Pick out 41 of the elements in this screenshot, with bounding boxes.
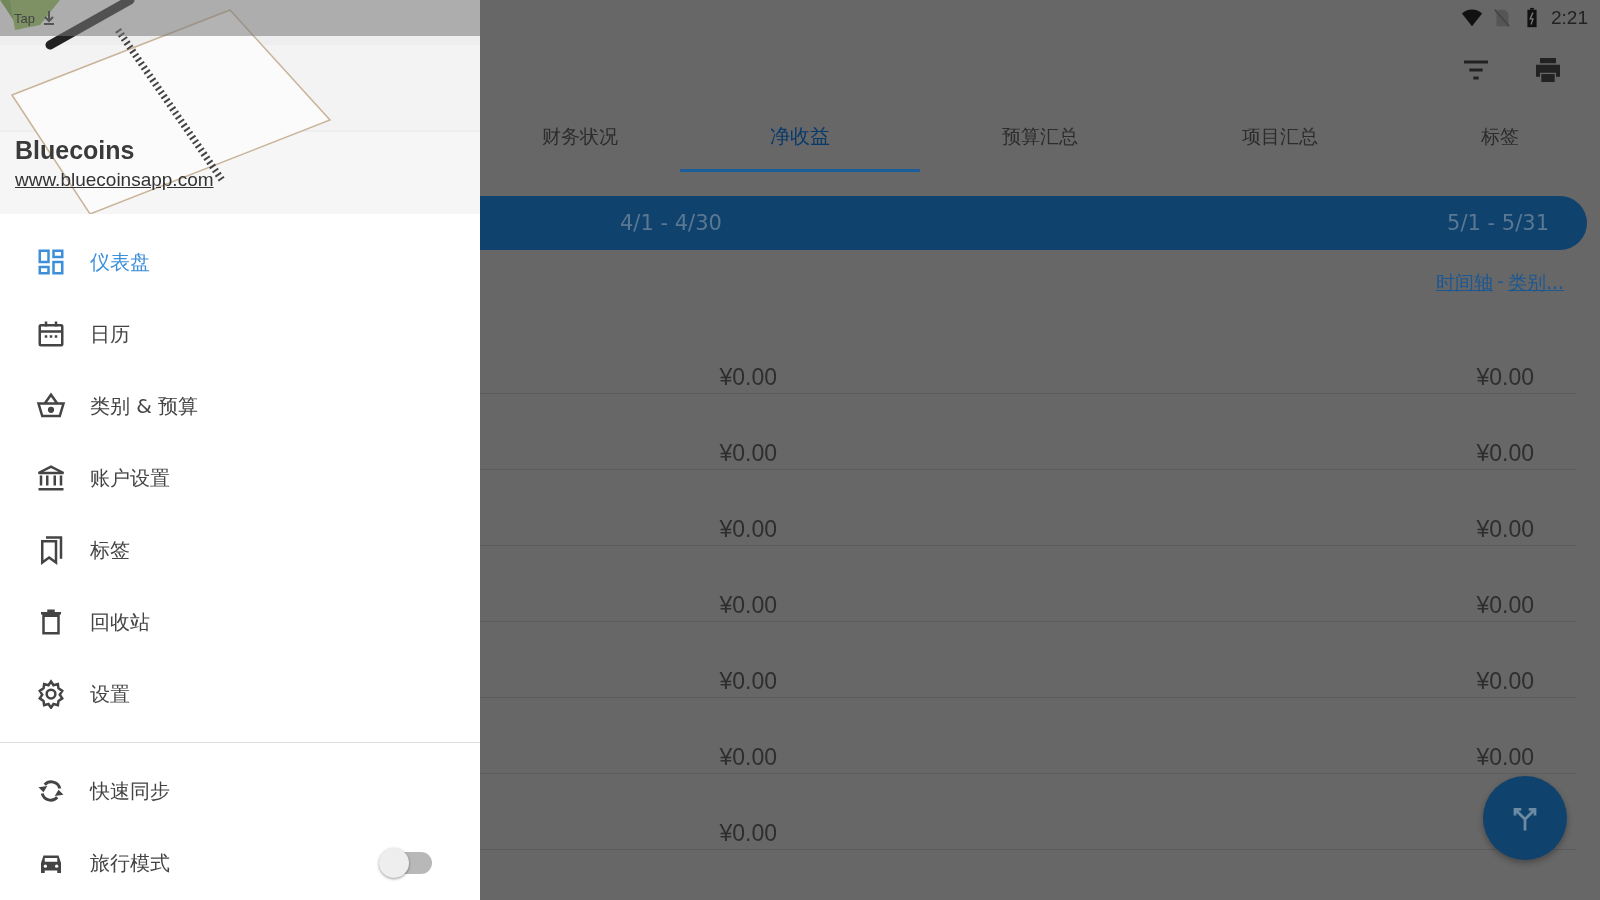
app-name: Bluecoins (15, 136, 136, 165)
link-separator: - (1497, 270, 1504, 294)
website-link[interactable]: www.bluecoinsapp.com (15, 169, 214, 191)
menu-item[interactable]: 标签 (0, 514, 480, 586)
menu-item[interactable]: 账户设置 (0, 442, 480, 514)
menu-item[interactable]: 仪表盘 (0, 226, 480, 298)
amount-text: ¥0.00 (719, 440, 777, 467)
tab[interactable]: 项目汇总 (1160, 104, 1400, 172)
period-label[interactable]: 5/1 - 5/31 (1447, 211, 1549, 235)
menu-item[interactable]: 旅行模式 (0, 827, 170, 899)
clock-text: 2:21 (1551, 7, 1588, 29)
amount-text: ¥0.00 (1476, 516, 1534, 543)
amount-text: ¥0.00 (1476, 668, 1534, 695)
tab[interactable]: 财务状况 (480, 104, 680, 172)
bank-icon (36, 463, 66, 493)
amount-text: ¥0.00 (1476, 440, 1534, 467)
amount-text: ¥0.00 (719, 820, 777, 847)
settings-icon (36, 679, 66, 709)
menu-item[interactable]: 回收站 (0, 586, 480, 658)
amount-text: ¥0.00 (1476, 364, 1534, 391)
menu-item[interactable]: 日历 (0, 298, 480, 370)
amount-text: ¥0.00 (719, 744, 777, 771)
amount-text: ¥0.00 (1476, 592, 1534, 619)
amount-text: ¥0.00 (1476, 744, 1534, 771)
menu-item[interactable]: 设置 (0, 658, 480, 730)
wifi-icon (1461, 7, 1483, 29)
menu-item[interactable]: 快速同步 (0, 755, 170, 827)
amount-text: ¥0.00 (719, 516, 777, 543)
no-sim-icon (1491, 7, 1513, 29)
tab[interactable]: 标签 (1400, 104, 1600, 172)
amount-text: ¥0.00 (719, 592, 777, 619)
tab[interactable]: 预算汇总 (920, 104, 1160, 172)
notification-text: Tap (14, 10, 35, 26)
tab[interactable]: 净收益 (680, 104, 920, 172)
calendar-icon (36, 319, 66, 349)
menu-item[interactable]: 类别 & 预算 (0, 370, 480, 442)
amount-text: ¥0.00 (719, 364, 777, 391)
dashboard-icon (36, 247, 66, 277)
fab-button[interactable] (1483, 776, 1567, 860)
period-label[interactable]: 4/1 - 4/30 (620, 211, 722, 235)
amount-text: ¥0.00 (719, 668, 777, 695)
